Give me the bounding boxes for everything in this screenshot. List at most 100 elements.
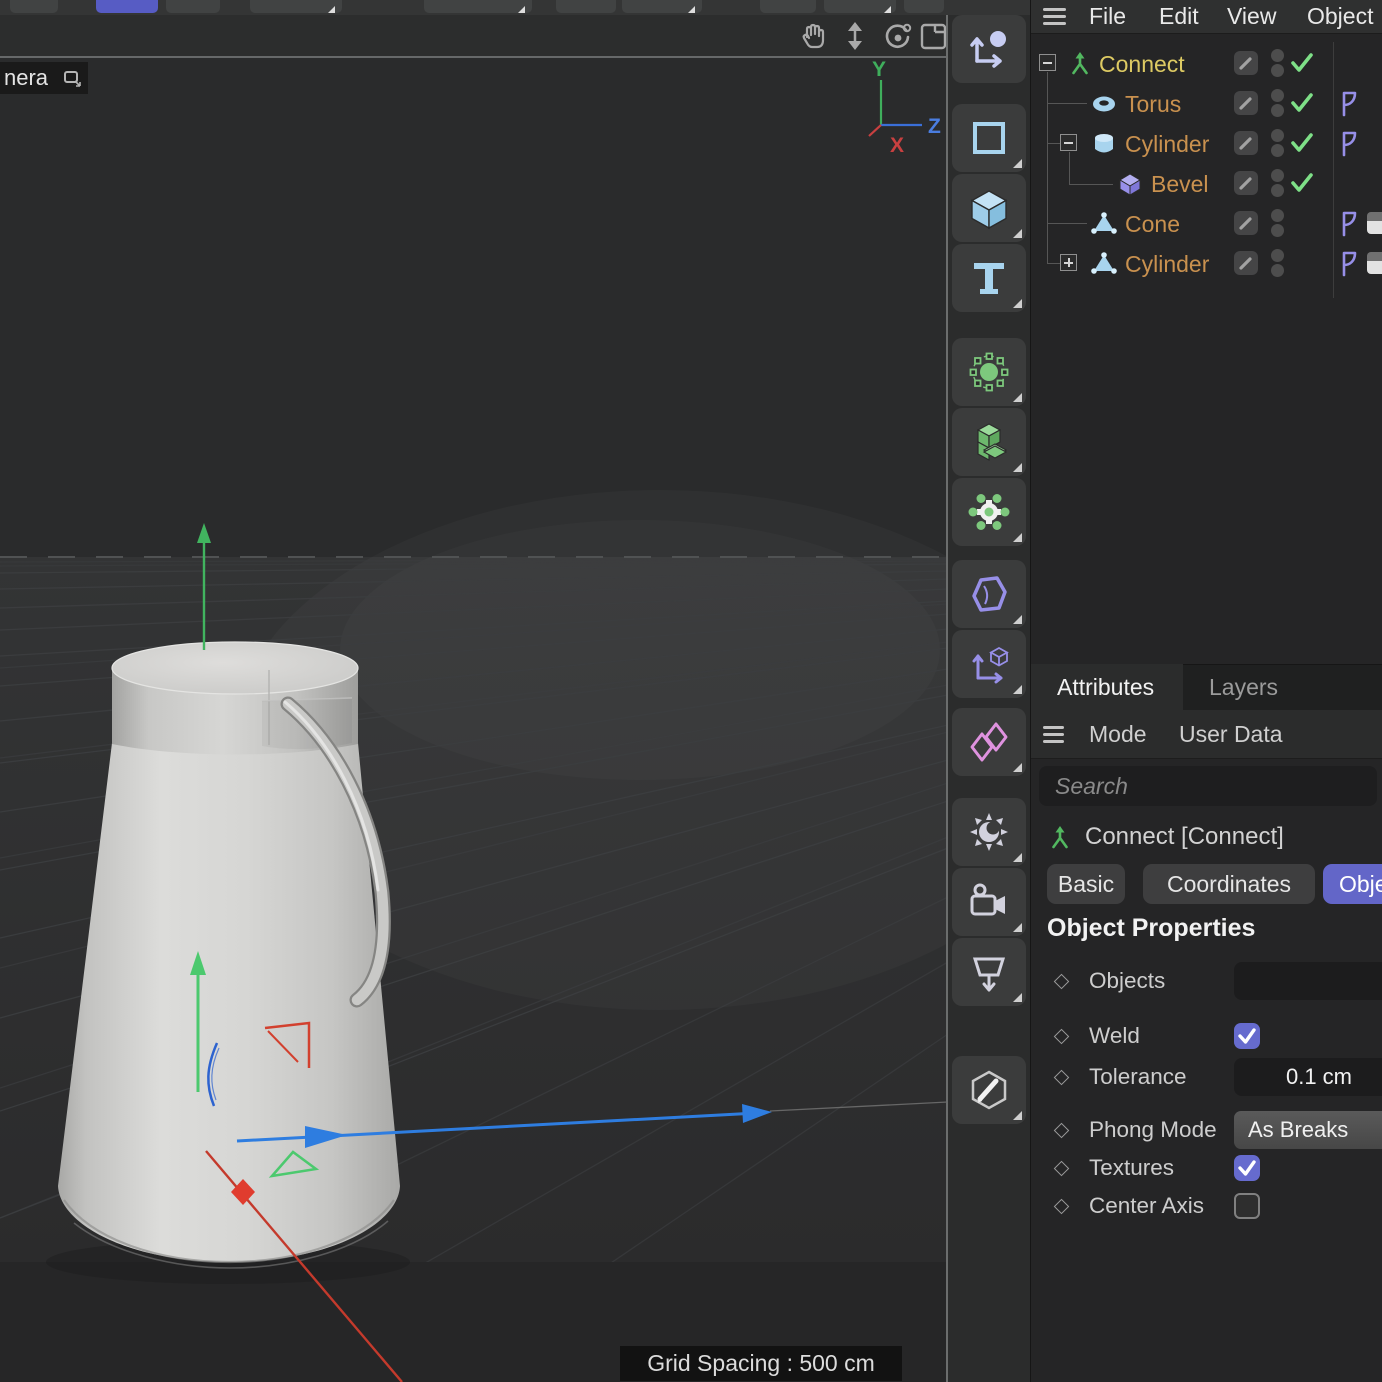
- 3d-viewport-scene[interactable]: Y Z X: [0, 58, 948, 1382]
- tree-item-cylinder-2[interactable]: Cylinder: [1125, 251, 1209, 277]
- enable-dot-bottom[interactable]: [1271, 184, 1284, 197]
- stage-button[interactable]: [952, 938, 1026, 1006]
- search-field[interactable]: [1039, 766, 1377, 806]
- camera-menu-icon: [64, 71, 81, 87]
- enable-dot-bottom[interactable]: [1271, 104, 1284, 117]
- camera-label: nera: [4, 65, 49, 90]
- move-tool-button[interactable]: [952, 15, 1026, 83]
- motext-button[interactable]: [952, 244, 1026, 312]
- tab-layers[interactable]: Layers: [1209, 664, 1278, 710]
- viewport-header: [0, 15, 948, 58]
- weld-checkbox[interactable]: [1234, 1023, 1260, 1049]
- spline-rectangle-button[interactable]: [952, 104, 1026, 172]
- tree-item-torus[interactable]: Torus: [1125, 91, 1181, 117]
- tab-basic[interactable]: Basic: [1047, 864, 1125, 904]
- key-diamond-icon[interactable]: [1053, 1069, 1070, 1086]
- enable-dot-bottom[interactable]: [1271, 64, 1284, 77]
- check-icon[interactable]: [1289, 50, 1315, 76]
- edit-toggle-icon[interactable]: [1234, 251, 1258, 275]
- enable-dot-top[interactable]: [1271, 169, 1284, 182]
- dolly-zoom-icon[interactable]: [840, 21, 870, 51]
- toolbar-button-partial[interactable]: [904, 0, 944, 13]
- menu-object[interactable]: Object: [1307, 0, 1373, 33]
- simulation-button[interactable]: [952, 478, 1026, 546]
- key-diamond-icon[interactable]: [1053, 1160, 1070, 1177]
- 3d-viewport[interactable]: Y Z X: [0, 58, 948, 1382]
- enable-dot-bottom[interactable]: [1271, 264, 1284, 277]
- toolbar-button-partial[interactable]: [10, 0, 58, 13]
- textures-checkbox[interactable]: [1234, 1155, 1260, 1181]
- edit-toggle-icon[interactable]: [1234, 171, 1258, 195]
- key-diamond-icon[interactable]: [1053, 1028, 1070, 1045]
- enable-dot-top[interactable]: [1271, 129, 1284, 142]
- phong-tag-icon[interactable]: [1339, 90, 1361, 118]
- tree-item-bevel[interactable]: Bevel: [1151, 171, 1209, 197]
- menu-edit[interactable]: Edit: [1159, 0, 1199, 33]
- key-diamond-icon[interactable]: [1053, 1122, 1070, 1139]
- edit-toggle-icon[interactable]: [1234, 131, 1258, 155]
- texture-tag-icon[interactable]: [1367, 212, 1382, 234]
- toolbar-button-partial-active[interactable]: [96, 0, 158, 13]
- volume-builder-button[interactable]: [952, 408, 1026, 476]
- center-axis-checkbox[interactable]: [1234, 1193, 1260, 1219]
- check-icon[interactable]: [1289, 130, 1315, 156]
- cloner-button[interactable]: [952, 708, 1026, 776]
- expander-collapse[interactable]: [1060, 134, 1077, 151]
- texture-tag-icon[interactable]: [1367, 252, 1382, 274]
- phong-tag-icon[interactable]: [1339, 250, 1361, 278]
- search-input[interactable]: [1039, 766, 1377, 806]
- sketch-edit-button[interactable]: [952, 1056, 1026, 1124]
- edit-toggle-icon[interactable]: [1234, 211, 1258, 235]
- tab-object[interactable]: Obje: [1323, 864, 1382, 904]
- toolbar-button-partial[interactable]: [760, 0, 816, 13]
- tolerance-field[interactable]: 0.1 cm: [1234, 1058, 1382, 1096]
- toolbar-button-partial[interactable]: [166, 0, 220, 13]
- phong-tag-icon[interactable]: [1339, 210, 1361, 238]
- enable-dot-top[interactable]: [1271, 89, 1284, 102]
- enable-dot-top[interactable]: [1271, 49, 1284, 62]
- spline-mask-button[interactable]: [952, 560, 1026, 628]
- check-icon[interactable]: [1289, 170, 1315, 196]
- viewport-sky: [0, 58, 948, 557]
- maximize-view-icon[interactable]: [918, 21, 948, 51]
- polygon-mesh-icon: [1091, 212, 1117, 234]
- tree-item-cone[interactable]: Cone: [1125, 211, 1180, 237]
- camera-button[interactable]: [952, 868, 1026, 936]
- key-diamond-icon[interactable]: [1053, 973, 1070, 990]
- enable-dot-bottom[interactable]: [1271, 144, 1284, 157]
- camera-label-chip[interactable]: nera: [0, 62, 88, 94]
- phong-tag-icon[interactable]: [1339, 130, 1361, 158]
- pan-hand-icon[interactable]: [798, 21, 828, 51]
- primitive-cube-button[interactable]: [952, 174, 1026, 242]
- enable-dot-top[interactable]: [1271, 209, 1284, 222]
- objects-field[interactable]: [1234, 962, 1382, 1000]
- mode-menu[interactable]: Mode: [1089, 710, 1147, 758]
- check-icon[interactable]: [1289, 90, 1315, 116]
- expander-collapse[interactable]: [1039, 54, 1056, 71]
- tree-line: [1069, 184, 1113, 185]
- attribute-mode-row: Mode User Data: [1031, 710, 1382, 758]
- menu-file[interactable]: File: [1089, 0, 1126, 33]
- user-data-menu[interactable]: User Data: [1179, 710, 1283, 758]
- toolbar-button-partial[interactable]: [424, 0, 532, 13]
- key-diamond-icon[interactable]: [1053, 1198, 1070, 1215]
- axis-workplane-button[interactable]: [952, 630, 1026, 698]
- main-toolbar-partial: [0, 0, 1030, 15]
- subdivision-surface-button[interactable]: [952, 338, 1026, 406]
- tree-item-connect[interactable]: Connect: [1099, 51, 1185, 77]
- enable-dot-top[interactable]: [1271, 249, 1284, 262]
- tab-coordinates[interactable]: Coordinates: [1143, 864, 1315, 904]
- object-manager-menubar: File Edit View Object: [1031, 0, 1382, 34]
- orbit-rotate-icon[interactable]: [882, 21, 912, 51]
- tree-item-cylinder[interactable]: Cylinder: [1125, 131, 1209, 157]
- toolbar-button-partial[interactable]: [556, 0, 616, 13]
- light-button[interactable]: [952, 798, 1026, 866]
- edit-toggle-icon[interactable]: [1234, 91, 1258, 115]
- enable-dot-bottom[interactable]: [1271, 224, 1284, 237]
- viewport-panel-divider[interactable]: [946, 15, 948, 1382]
- phong-mode-dropdown[interactable]: As Breaks: [1234, 1111, 1382, 1149]
- expander-expand[interactable]: [1060, 254, 1077, 271]
- menu-view[interactable]: View: [1227, 0, 1276, 33]
- edit-toggle-icon[interactable]: [1234, 51, 1258, 75]
- tab-attributes[interactable]: Attributes: [1031, 664, 1183, 710]
